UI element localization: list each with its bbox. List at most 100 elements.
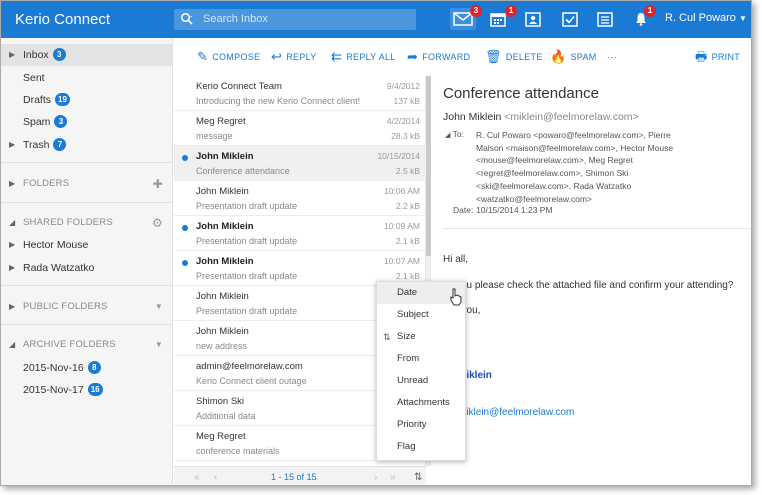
section-shared-folders[interactable]: ◢ SHARED FOLDERS ⚙ — [1, 212, 173, 234]
sidebar-item-archive-nov16[interactable]: 2015-Nov-16 8 — [1, 357, 173, 379]
count-badge: 16 — [87, 383, 103, 396]
search-input[interactable]: Search Inbox — [174, 9, 416, 30]
sort-option-size[interactable]: ⇅ Size — [377, 326, 465, 348]
reply-label: REPLY — [286, 52, 317, 62]
sidebar-item-sent[interactable]: Sent — [1, 67, 173, 89]
trash-icon: 🗑 — [485, 49, 502, 64]
menu-item-label: Flag — [397, 441, 416, 452]
more-actions-button[interactable]: ··· — [607, 52, 617, 62]
delete-button[interactable]: 🗑 DELETE — [485, 49, 543, 64]
gear-icon[interactable]: ⚙ — [152, 212, 163, 234]
compose-button[interactable]: ✎ COMPOSE — [197, 50, 260, 63]
first-page-icon[interactable]: « — [194, 472, 200, 483]
search-icon — [180, 12, 193, 25]
mail-button[interactable]: 3 — [450, 5, 482, 30]
contacts-button[interactable] — [520, 8, 546, 30]
section-public-folders[interactable]: ▶ PUBLIC FOLDERS ▼ — [1, 296, 173, 318]
sort-option-priority[interactable]: Priority — [377, 414, 465, 436]
reply-button[interactable]: ↩ REPLY — [271, 50, 317, 63]
unread-dot-icon — [182, 155, 188, 161]
message-size: 28.3 kB — [391, 131, 420, 141]
scrollbar-thumb[interactable] — [426, 76, 431, 256]
divider — [443, 228, 751, 229]
sidebar-item-label: Sent — [23, 72, 45, 84]
message-subject: message — [196, 131, 233, 141]
recipient-line: <watzatko@feelmorelaw.com> — [476, 193, 592, 204]
dropdown-icon[interactable]: ▼ — [155, 296, 163, 318]
print-button[interactable]: 🖶 PRINT — [695, 49, 741, 64]
message-size: 2.1 kB — [395, 271, 420, 281]
sort-option-attachments[interactable]: Attachments — [377, 392, 465, 414]
reply-all-button[interactable]: ⇇ REPLY ALL — [331, 50, 396, 63]
recipient-line: <mouse@feelmorelaw.com>, Meg Regret — [476, 155, 633, 166]
caret-right-icon: ▶ — [9, 179, 16, 188]
caret-right-icon: ▶ — [9, 302, 16, 311]
sidebar-item-trash[interactable]: ▶ Trash 7 — [1, 134, 173, 156]
message-row[interactable]: Kerio Connect Team Introducing the new K… — [174, 76, 426, 111]
calendar-button[interactable]: 1 — [485, 5, 517, 30]
message-from: John Miklein — [196, 256, 254, 267]
divider — [1, 285, 173, 286]
divider — [1, 324, 173, 325]
user-menu[interactable]: R. Cul Powaro ▼ — [665, 12, 747, 24]
section-folders[interactable]: ▶ FOLDERS ✚ — [1, 173, 173, 195]
message-row[interactable]: Meg Regret message 4/2/2014 28.3 kB — [174, 111, 426, 146]
recipients-toggle[interactable]: ◢ To: — [445, 129, 464, 139]
notifications-button[interactable]: 1 — [632, 5, 656, 30]
caret-right-icon: ▶ — [9, 263, 16, 272]
section-label: ARCHIVE FOLDERS — [23, 339, 116, 350]
sidebar-item-rada-watzatko[interactable]: ▶ Rada Watzatko — [1, 257, 173, 279]
print-label: PRINT — [711, 52, 741, 62]
sort-option-subject[interactable]: Subject — [377, 304, 465, 326]
sort-option-from[interactable]: From — [377, 348, 465, 370]
sidebar-item-hector-mouse[interactable]: ▶ Hector Mouse — [1, 234, 173, 256]
section-archive-folders[interactable]: ◢ ARCHIVE FOLDERS ▼ — [1, 334, 173, 356]
notes-icon — [597, 11, 613, 27]
message-subject: Introducing the new Kerio Connect client… — [196, 96, 361, 106]
message-subject: Presentation draft update — [196, 236, 298, 246]
sidebar-item-label: 2015-Nov-17 — [23, 384, 84, 396]
message-from: Shimon Ski — [196, 396, 245, 407]
caret-down-icon: ◢ — [9, 218, 16, 227]
sort-option-unread[interactable]: Unread — [377, 370, 465, 392]
sidebar-item-inbox[interactable]: ▶ Inbox 3 — [1, 44, 173, 66]
recipients-list: R. Cul Powaro <powaro@feelmorelaw.com>, … — [476, 129, 746, 205]
menu-item-label: Priority — [397, 419, 427, 430]
section-label: PUBLIC FOLDERS — [23, 301, 108, 312]
next-page-icon[interactable]: › — [374, 472, 377, 483]
forward-button[interactable]: ➦ FORWARD — [407, 50, 471, 63]
sidebar-item-drafts[interactable]: Drafts 19 — [1, 89, 173, 111]
message-from: Meg Regret — [196, 116, 246, 127]
sort-option-flag[interactable]: Flag — [377, 436, 465, 458]
prev-page-icon[interactable]: ‹ — [214, 472, 217, 483]
calendar-badge: 1 — [505, 5, 517, 17]
dropdown-icon[interactable]: ▼ — [155, 334, 163, 356]
unread-count-badge: 3 — [52, 48, 66, 61]
message-subject: Additional data — [196, 411, 256, 421]
app-window: Kerio Connect Search Inbox 3 1 1 R. Cul … — [0, 0, 752, 486]
calendar-icon — [490, 12, 506, 27]
sidebar-item-archive-nov17[interactable]: 2015-Nov-17 16 — [1, 379, 173, 401]
sidebar-item-label: Drafts — [23, 94, 52, 106]
message-from: admin@feelmorelaw.com — [196, 361, 303, 372]
signature-email-link[interactable]: miklein@feelmorelaw.com — [458, 407, 574, 418]
message-row[interactable]: John Miklein Presentation draft update 1… — [174, 181, 426, 216]
to-label: To: — [452, 129, 464, 139]
recipient-line: <ski@feelmorelaw.com>, Rada Watzatko — [476, 180, 632, 191]
message-size: 137 kB — [393, 96, 420, 106]
message-row[interactable]: John Miklein Presentation draft update 1… — [174, 216, 426, 251]
message-row-selected[interactable]: John Miklein Conference attendance 10/15… — [174, 146, 426, 181]
message-from: John Miklein — [196, 291, 249, 302]
spam-button[interactable]: 🔥 SPAM — [550, 50, 597, 63]
notes-button[interactable] — [592, 8, 618, 30]
printer-icon: 🖶 — [695, 49, 708, 64]
sort-icon[interactable]: ⇅ — [414, 472, 422, 483]
message-subject: Conference attendance — [196, 166, 290, 176]
forward-label: FORWARD — [422, 52, 471, 62]
count-badge: 8 — [87, 361, 101, 374]
tasks-button[interactable] — [557, 8, 583, 30]
last-page-icon[interactable]: » — [390, 472, 396, 483]
sidebar-item-spam[interactable]: Spam 3 — [1, 111, 173, 133]
add-folder-icon[interactable]: ✚ — [153, 173, 163, 195]
more-label: ··· — [607, 52, 617, 62]
